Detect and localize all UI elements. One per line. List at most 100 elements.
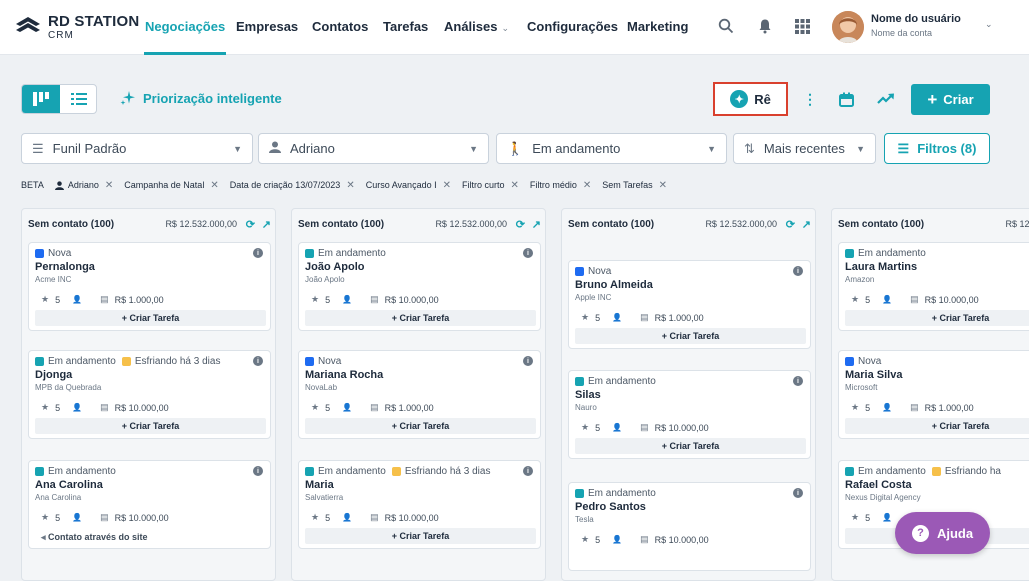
info-icon[interactable]: i [523,248,533,258]
trending-icon[interactable]: ↗ [262,218,271,231]
deal-name[interactable]: Silas [575,389,601,401]
deal-card[interactable]: Em andamento Esfriando há 3 dias i Maria Sal… [298,460,541,549]
deal-name[interactable]: Djonga [35,369,72,381]
deal-name[interactable]: Maria Silva [845,369,902,381]
create-task-button[interactable]: + Criar Tarefa [845,418,1029,434]
filter-chip: Campanha de Natal ✕ [124,180,218,191]
sparkle-icon [120,91,135,105]
deal-name[interactable]: Mariana Rocha [305,369,383,381]
trending-icon[interactable]: ↗ [802,218,811,231]
deal-name[interactable]: Bruno Almeida [575,279,653,291]
info-icon[interactable]: i [793,376,803,386]
trending-icon[interactable]: ↗ [532,218,541,231]
close-icon[interactable]: ✕ [659,180,667,191]
deal-rating: 5 [55,512,61,523]
list-view-button[interactable] [60,85,96,113]
close-icon[interactable]: ✕ [583,180,591,191]
create-task-button[interactable]: + Criar Tarefa [575,328,806,344]
create-task-button[interactable]: + Criar Tarefa [305,528,536,544]
status-select[interactable]: 🚶 Em andamento ▼ [496,133,727,164]
deal-name[interactable]: Rafael Costa [845,479,912,491]
close-icon[interactable]: ✕ [105,180,113,191]
nav-item-contatos[interactable]: Contatos [312,19,368,34]
deal-card[interactable]: Em andamento i Ana Carolina Ana Carolina ★ 5 👤… [28,460,271,549]
deal-card[interactable]: Em andamento i João Apolo João Apolo ★ 5 👤 ▤ R$ … [298,242,541,331]
deal-card[interactable]: Nova i Bruno Almeida Apple INC ★ 5 👤 ▤ R$ 1.000,… [568,260,811,349]
deal-company: Microsoft [845,383,878,392]
avatar[interactable] [832,11,864,43]
deal-name[interactable]: Laura Martins [845,261,917,273]
create-button[interactable]: + Criar [911,84,990,115]
deal-status: Nova [35,248,71,259]
nav-item-negociacoes[interactable]: Negociações [145,19,225,34]
create-task-button[interactable]: + Criar Tarefa [575,438,806,454]
money-icon: ▤ [370,512,379,522]
kanban-view-button[interactable] [22,85,60,113]
close-icon[interactable]: ✕ [443,180,451,191]
deal-meta: ★ 5 👤 ▤ R$ 10.000,00 [581,422,709,433]
nav-item-configuracoes[interactable]: Configurações [527,19,618,34]
refresh-icon[interactable]: ⟳ [786,218,795,231]
create-task-button[interactable]: + Criar Tarefa [305,310,536,326]
deal-card[interactable]: Nova i Pernalonga Acme INC ★ 5 👤 ▤ R$ 1.000,00 + … [28,242,271,331]
more-options-icon[interactable]: ⋮ [800,89,820,109]
deal-card[interactable]: Em andamento Esfriando há 3 dias i Djonga MP… [28,350,271,439]
trending-icon[interactable] [876,89,896,109]
refresh-icon[interactable]: ⟳ [516,218,525,231]
user-icon: 👤 [882,513,893,522]
rd-station-logo[interactable]: RD STATION CRM [14,12,139,42]
column-header: Sem contato (100)R$ 12.532⟳↗ [838,219,1029,235]
deal-name[interactable]: Maria [305,479,334,491]
deal-status: Em andamento Esfriando ha [845,466,1001,477]
deal-name[interactable]: Ana Carolina [35,479,103,491]
deal-card[interactable]: Nova i Mariana Rocha NovaLab ★ 5 👤 ▤ R$ 1.000,00… [298,350,541,439]
deal-name[interactable]: Pedro Santos [575,501,646,513]
info-icon[interactable]: i [253,248,263,258]
calendar-icon[interactable] [836,89,856,109]
filter-chip: Sem Tarefas ✕ [602,180,667,191]
create-task-button[interactable]: + Criar Tarefa [35,310,266,326]
pipeline-column: Sem contato (100) R$ 12.532.000,00 ⟳ ↗ Em an… [291,208,546,581]
deal-card[interactable]: Em andamentoiLaura MartinsAmazon★5👤▤R$ 1… [838,242,1029,331]
filters-button[interactable]: ☰ Filtros (8) [884,133,990,164]
create-task-button[interactable]: + Criar Tarefa [845,310,1029,326]
deal-value: R$ 10.000,00 [114,512,169,523]
nav-item-empresas[interactable]: Empresas [236,19,298,34]
funnel-select[interactable]: ☰ Funil Padrão ▼ [21,133,253,164]
user-menu-chevron-icon[interactable]: ⌄ [985,19,993,30]
deal-card[interactable]: Em andamento i Pedro Santos Tesla ★ 5 👤 ▤ R$ 10.… [568,482,811,571]
sort-select[interactable]: ⇅ Mais recentes ▼ [733,133,876,164]
deal-card[interactable]: Em andamento i Silas Nauro ★ 5 👤 ▤ R$ 10.000,00 +… [568,370,811,459]
deal-value: R$ 1.000,00 [384,402,434,413]
close-icon[interactable]: ✕ [346,180,354,191]
info-icon[interactable]: i [253,466,263,476]
column-title: Sem contato (100) [568,219,655,230]
deal-name[interactable]: Pernalonga [35,261,95,273]
nav-item-analises[interactable]: Análises ⌄ [444,19,509,34]
create-task-button[interactable]: + Criar Tarefa [305,418,536,434]
deal-value: R$ 10.000,00 [654,422,709,433]
re-assistant-button[interactable]: ✦ Rê [713,82,788,116]
info-icon[interactable]: i [523,356,533,366]
user-name[interactable]: Nome do usuário [871,13,961,25]
create-task-button[interactable]: + Criar Tarefa [35,418,266,434]
refresh-icon[interactable]: ⟳ [246,218,255,231]
info-icon[interactable]: i [793,488,803,498]
apps-grid-icon[interactable] [792,16,812,36]
owner-select[interactable]: Adriano ▼ [258,133,489,164]
smart-prioritization-link[interactable]: Priorização inteligente [120,90,282,106]
deal-name[interactable]: João Apolo [305,261,364,273]
info-icon[interactable]: i [253,356,263,366]
info-icon[interactable]: i [523,466,533,476]
info-icon[interactable]: i [793,266,803,276]
close-icon[interactable]: ✕ [210,180,218,191]
nav-item-tarefas[interactable]: Tarefas [383,19,428,34]
bell-icon[interactable] [755,16,775,36]
search-icon[interactable] [716,16,736,36]
deal-card[interactable]: NovaiMaria SilvaMicrosoft★5👤▤R$ 1.000,00… [838,350,1029,439]
nav-item-marketing[interactable]: Marketing [627,19,688,34]
help-button[interactable]: ? Ajuda [895,512,990,554]
close-icon[interactable]: ✕ [511,180,519,191]
star-icon: ★ [311,294,320,304]
logo-brand-text: RD STATION [48,13,140,30]
